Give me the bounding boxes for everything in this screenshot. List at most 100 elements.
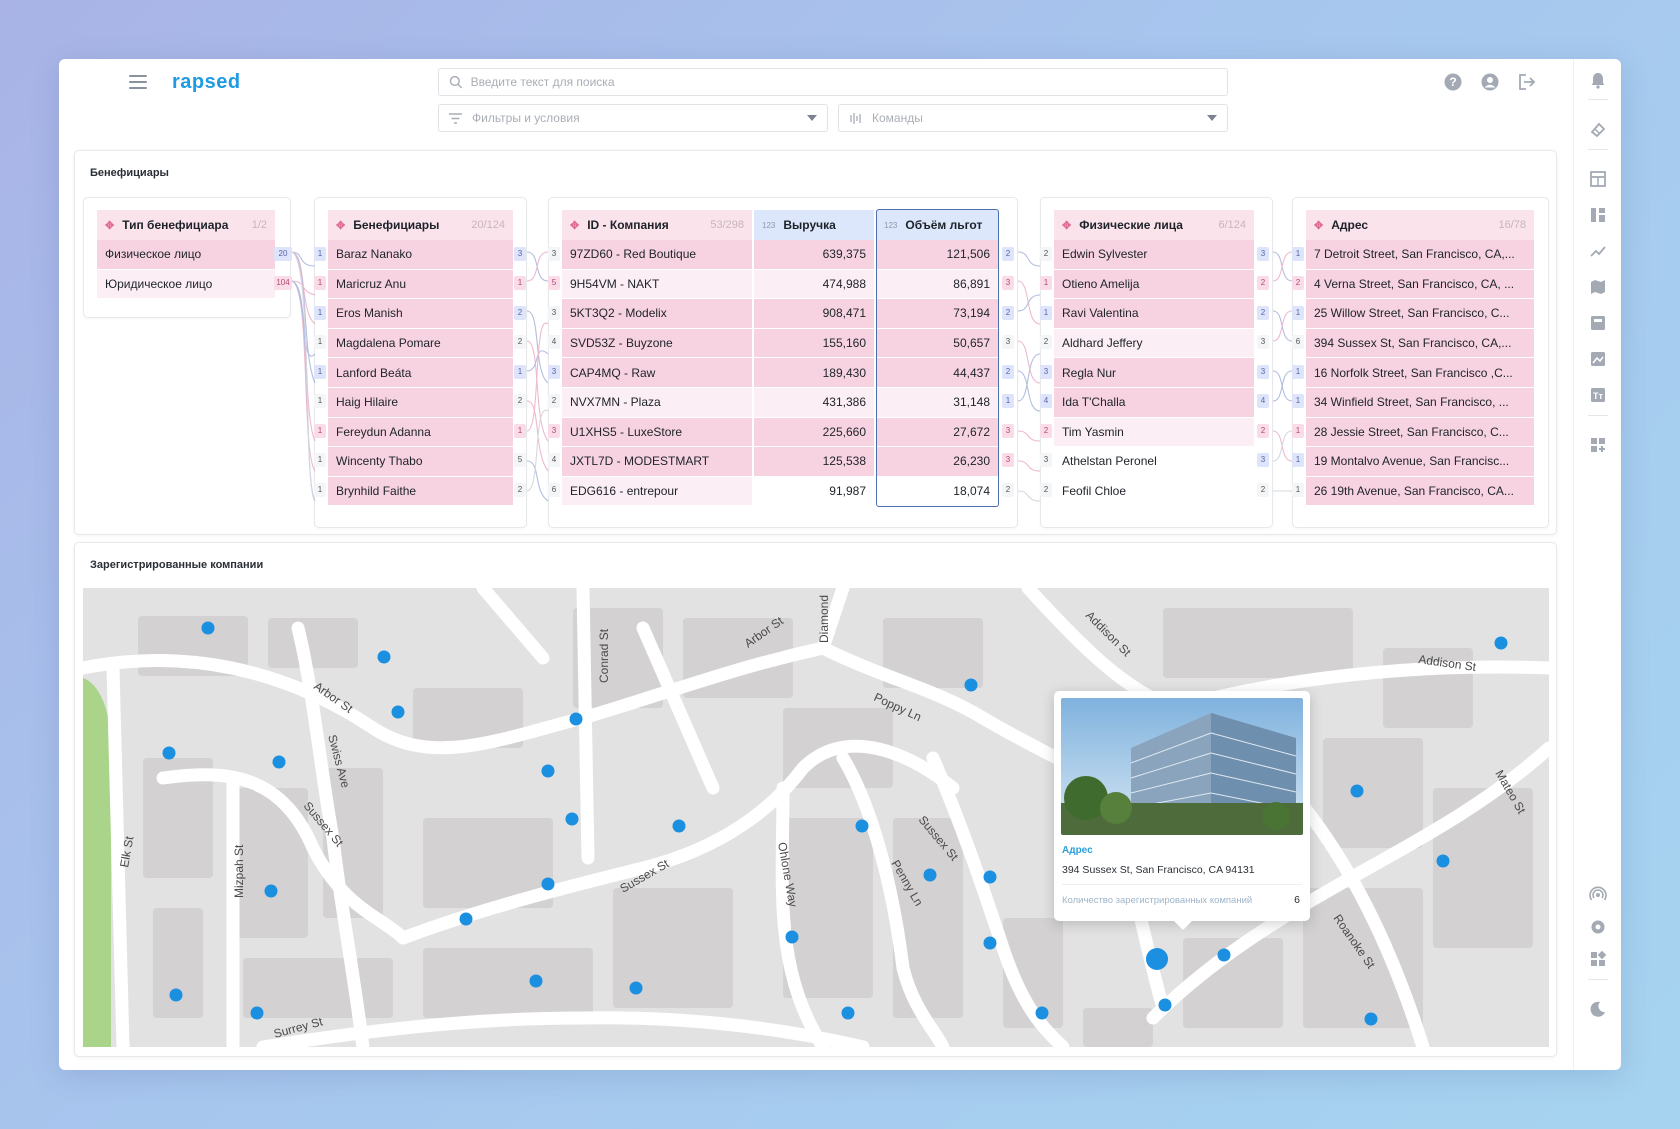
company-marker[interactable] [983, 936, 997, 950]
list-item[interactable]: 25 Willow Street, San Francisco, C... [1306, 299, 1534, 329]
list-item[interactable]: 34 Winfield Street, San Francisco, ... [1306, 387, 1534, 418]
company-column-header[interactable]: ✥ ID - Компания 53/298 [562, 210, 752, 240]
company-marker[interactable] [272, 755, 286, 769]
list-item[interactable]: Физическое лицо [97, 240, 275, 270]
table-cell[interactable]: 225,660 [754, 417, 874, 448]
company-marker[interactable] [1436, 854, 1450, 868]
moon-icon[interactable] [1588, 999, 1608, 1019]
list-item[interactable]: Brynhild Faithe [328, 476, 513, 507]
company-marker[interactable] [569, 712, 583, 726]
company-marker[interactable] [923, 868, 937, 882]
type-column-header[interactable]: ✥ Тип бенефициара 1/2 [97, 210, 275, 240]
list-item[interactable]: Haig Hilaire [328, 387, 513, 418]
list-item[interactable]: 19 Montalvo Avenue, San Francisc... [1306, 447, 1534, 477]
list-item[interactable]: U1XHS5 - LuxeStore [562, 417, 752, 448]
map-canvas[interactable]: Arbor St Arbor St Conrad St Diamond Addi… [83, 588, 1549, 1047]
company-marker[interactable] [541, 877, 555, 891]
text-icon[interactable]: Tт [1588, 385, 1608, 405]
company-marker[interactable] [377, 650, 391, 664]
company-marker[interactable] [1364, 1012, 1378, 1026]
beneficiaries-column-header[interactable]: ✥ Бенефициары 20/124 [328, 210, 513, 240]
table-cell[interactable]: 431,386 [754, 387, 874, 418]
company-marker[interactable] [250, 1006, 264, 1020]
list-item[interactable]: Feofil Chloe [1054, 476, 1254, 507]
gear-icon[interactable] [1588, 917, 1608, 937]
signal-icon[interactable] [1588, 884, 1608, 904]
selected-company-marker[interactable] [1146, 948, 1168, 970]
help-icon[interactable]: ? [1443, 72, 1463, 92]
list-item[interactable]: JXTL7D - MODESTMART [562, 447, 752, 477]
company-marker[interactable] [855, 819, 869, 833]
table-icon[interactable] [1588, 169, 1608, 189]
list-item[interactable]: 7 Detroit Street, San Francisco, CA,... [1306, 240, 1534, 270]
list-item[interactable]: CAP4MQ - Raw [562, 358, 752, 388]
table-cell[interactable]: 639,375 [754, 240, 874, 270]
list-item[interactable]: 5KT3Q2 - Modelix [562, 299, 752, 329]
company-marker[interactable] [785, 930, 799, 944]
menu-icon[interactable] [129, 75, 147, 89]
company-marker[interactable] [672, 819, 686, 833]
user-icon[interactable] [1480, 72, 1500, 92]
company-marker[interactable] [841, 1006, 855, 1020]
list-item[interactable]: Athelstan Peronel [1054, 447, 1254, 477]
table-cell[interactable]: 125,538 [754, 447, 874, 477]
commands-dropdown[interactable]: Команды [838, 104, 1228, 132]
apps-icon[interactable] [1588, 949, 1608, 969]
company-marker[interactable] [964, 678, 978, 692]
columns-icon[interactable] [1588, 205, 1608, 225]
list-item[interactable]: EDG616 - entrepour [562, 476, 752, 507]
map-view[interactable]: Arbor St Arbor St Conrad St Diamond Addi… [83, 588, 1549, 1047]
list-item[interactable]: 28 Jessie Street, San Francisco, C... [1306, 417, 1534, 448]
persons-column-header[interactable]: ✥ Физические лица 6/124 [1054, 210, 1254, 240]
table-cell[interactable]: 91,987 [754, 476, 874, 507]
company-marker[interactable] [565, 812, 579, 826]
company-marker[interactable] [529, 974, 543, 988]
search-input[interactable] [470, 75, 1227, 89]
company-marker[interactable] [169, 988, 183, 1002]
company-marker[interactable] [1035, 1006, 1049, 1020]
logout-icon[interactable] [1517, 72, 1537, 92]
list-item[interactable]: SVD53Z - Buyzone [562, 328, 752, 359]
list-item[interactable]: NVX7MN - Plaza [562, 387, 752, 418]
list-item[interactable]: 97ZD60 - Red Boutique [562, 240, 752, 270]
company-marker[interactable] [391, 705, 405, 719]
company-marker[interactable] [264, 884, 278, 898]
list-item[interactable]: 16 Norfolk Street, San Francisco ,C... [1306, 358, 1534, 388]
company-marker[interactable] [1494, 636, 1508, 650]
list-item[interactable]: Eros Manish [328, 299, 513, 329]
table-cell[interactable]: 908,471 [754, 299, 874, 329]
address-column-header[interactable]: ✥ Адрес 16/78 [1306, 210, 1534, 240]
list-item[interactable]: Edwin Sylvester [1054, 240, 1254, 270]
dashboard-icon[interactable] [1588, 313, 1608, 333]
list-item[interactable]: Otieno Amelija [1054, 269, 1254, 300]
list-item[interactable]: Юридическое лицо [97, 269, 275, 300]
table-cell[interactable]: 474,988 [754, 269, 874, 300]
widgets-icon[interactable] [1588, 435, 1608, 455]
table-cell[interactable]: 155,160 [754, 328, 874, 359]
list-item[interactable]: Tim Yasmin [1054, 417, 1254, 448]
eraser-icon[interactable] [1588, 120, 1608, 140]
list-item[interactable]: Baraz Nanako [328, 240, 513, 270]
company-marker[interactable] [201, 621, 215, 635]
list-item[interactable]: Ida T'Challa [1054, 387, 1254, 418]
list-item[interactable]: Ravi Valentina [1054, 299, 1254, 329]
list-item[interactable]: Maricruz Anu [328, 269, 513, 300]
filters-dropdown[interactable]: Фильтры и условия [438, 104, 828, 132]
company-marker[interactable] [983, 870, 997, 884]
company-marker[interactable] [629, 981, 643, 995]
list-item[interactable]: 26 19th Avenue, San Francisco, CA... [1306, 476, 1534, 507]
list-item[interactable]: 4 Verna Street, San Francisco, CA, ... [1306, 269, 1534, 300]
list-item[interactable]: Aldhard Jeffery [1054, 328, 1254, 359]
line-chart-icon[interactable] [1588, 241, 1608, 261]
list-item[interactable]: Wincenty Thabo [328, 447, 513, 477]
list-item[interactable]: Regla Nur [1054, 358, 1254, 388]
company-marker[interactable] [162, 746, 176, 760]
list-item[interactable]: Lanford Beáta [328, 358, 513, 388]
revenue-column-header[interactable]: 123 Выручка [754, 210, 874, 240]
company-marker[interactable] [459, 912, 473, 926]
list-item[interactable]: 9H54VM - NAKT [562, 269, 752, 300]
bell-icon[interactable] [1588, 70, 1608, 90]
company-marker[interactable] [1350, 784, 1364, 798]
list-item[interactable]: Magdalena Pomare [328, 328, 513, 359]
company-marker[interactable] [1217, 948, 1231, 962]
